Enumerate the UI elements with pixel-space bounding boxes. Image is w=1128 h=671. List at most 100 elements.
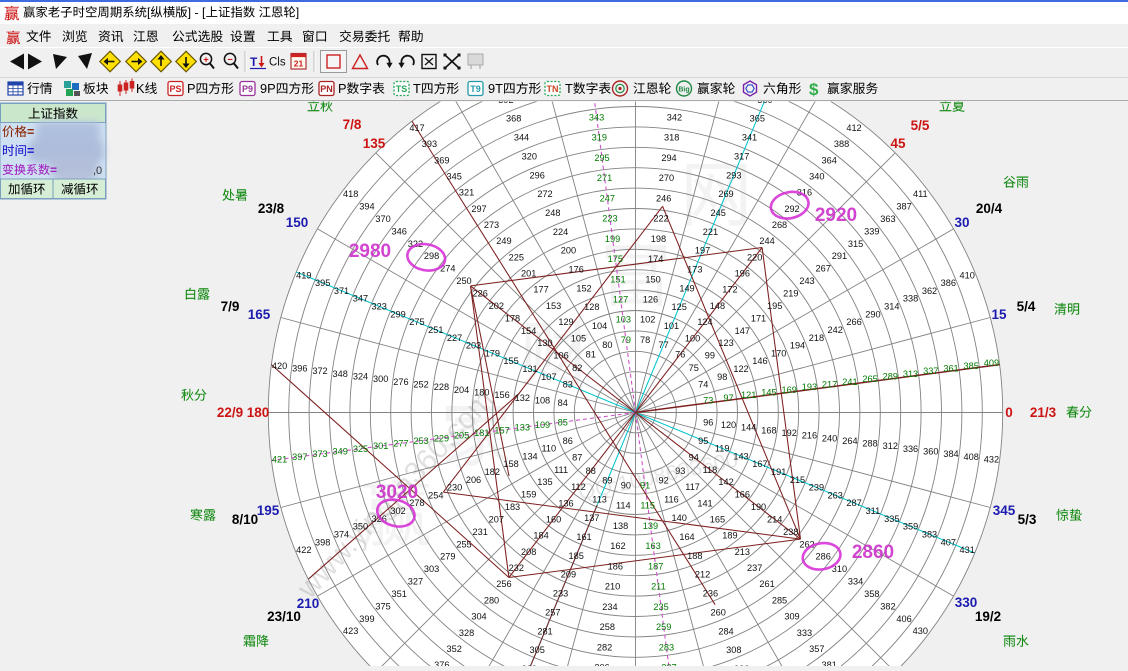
svg-text:281: 281 (537, 626, 552, 636)
svg-text:336: 336 (903, 444, 918, 454)
svg-text:330: 330 (955, 595, 978, 610)
svg-text:114: 114 (616, 501, 631, 511)
svg-text:280: 280 (484, 595, 499, 605)
svg-text:176: 176 (569, 265, 584, 275)
svg-text:295: 295 (594, 153, 609, 163)
svg-text:411: 411 (913, 189, 928, 199)
svg-text:107: 107 (541, 372, 556, 382)
svg-text:83: 83 (563, 380, 573, 390)
svg-text:5/4: 5/4 (1017, 299, 1036, 314)
svg-text:238: 238 (783, 527, 798, 537)
svg-text:320: 320 (522, 151, 537, 161)
svg-text:264: 264 (842, 436, 857, 446)
svg-text:$: $ (809, 80, 819, 99)
svg-text:91: 91 (640, 481, 650, 491)
svg-text:245: 245 (711, 208, 726, 218)
svg-text:183: 183 (505, 502, 520, 512)
svg-text:276: 276 (393, 377, 408, 387)
svg-text:3020: 3020 (376, 482, 418, 503)
svg-text:387: 387 (896, 202, 911, 212)
svg-text:21: 21 (294, 59, 304, 69)
svg-text:,0: ,0 (93, 165, 102, 177)
svg-text:104: 104 (592, 321, 607, 331)
svg-text:384: 384 (943, 449, 958, 459)
svg-text:267: 267 (816, 264, 831, 274)
svg-text:178: 178 (505, 313, 520, 323)
svg-text:394: 394 (359, 202, 374, 212)
svg-text:383: 383 (922, 530, 937, 540)
svg-text:221: 221 (703, 227, 718, 237)
svg-text:T: T (565, 81, 573, 96)
svg-text:74: 74 (698, 380, 708, 390)
svg-text:258: 258 (600, 622, 615, 632)
svg-text:217: 217 (822, 380, 837, 390)
svg-text:252: 252 (413, 380, 428, 390)
svg-text:420: 420 (272, 361, 287, 371)
svg-text:231: 231 (473, 527, 488, 537)
svg-text:200: 200 (561, 246, 576, 256)
svg-text:85: 85 (558, 417, 568, 427)
svg-text:121: 121 (741, 390, 756, 400)
svg-text:272: 272 (537, 189, 552, 199)
svg-text:191: 191 (771, 467, 786, 477)
svg-text:302: 302 (390, 506, 405, 516)
svg-text:266: 266 (846, 317, 861, 327)
svg-text:240: 240 (822, 433, 837, 443)
svg-text:202: 202 (489, 301, 504, 311)
svg-text:102: 102 (640, 315, 655, 325)
svg-text:145: 145 (761, 388, 776, 398)
svg-text:T9: T9 (470, 84, 481, 94)
svg-text:342: 342 (667, 112, 682, 122)
svg-text:374: 374 (334, 530, 349, 540)
svg-text:348: 348 (333, 369, 348, 379)
svg-text:95: 95 (698, 436, 708, 446)
svg-text:128: 128 (584, 302, 599, 312)
svg-text:147: 147 (735, 326, 750, 336)
svg-text:285: 285 (772, 595, 787, 605)
svg-text:288: 288 (862, 439, 877, 449)
svg-text:226: 226 (473, 289, 488, 299)
svg-text:314: 314 (884, 302, 899, 312)
svg-text:293: 293 (726, 170, 741, 180)
svg-text:257: 257 (545, 607, 560, 617)
svg-text:373: 373 (312, 449, 327, 459)
svg-text:19/2: 19/2 (975, 609, 1001, 624)
svg-text:360: 360 (923, 447, 938, 457)
svg-text:419: 419 (296, 270, 311, 280)
svg-text:239: 239 (809, 483, 824, 493)
svg-text:321: 321 (459, 188, 474, 198)
svg-text:423: 423 (343, 626, 358, 636)
svg-text:82: 82 (572, 363, 582, 373)
svg-text:188: 188 (687, 551, 702, 561)
svg-text:350: 350 (353, 522, 368, 532)
svg-text:148: 148 (710, 301, 725, 311)
svg-text:309: 309 (784, 612, 799, 622)
svg-text:199: 199 (605, 234, 620, 244)
svg-text:279: 279 (440, 552, 455, 562)
svg-text:224: 224 (553, 227, 568, 237)
svg-text:144: 144 (741, 423, 756, 433)
svg-text:333: 333 (797, 628, 812, 638)
svg-text:358: 358 (864, 589, 879, 599)
svg-text:368: 368 (506, 114, 521, 124)
svg-text:165: 165 (248, 307, 271, 322)
svg-text:243: 243 (799, 276, 814, 286)
svg-text:140: 140 (672, 513, 687, 523)
svg-text:210: 210 (297, 596, 320, 611)
svg-text:108: 108 (535, 396, 550, 406)
svg-text:109: 109 (535, 420, 550, 430)
svg-text:345: 345 (447, 171, 462, 181)
svg-text:] - [: ] - [ (188, 6, 206, 20)
svg-text:237: 237 (747, 563, 762, 573)
svg-text:287: 287 (846, 498, 861, 508)
svg-text:269: 269 (718, 189, 733, 199)
svg-text:157: 157 (494, 425, 509, 435)
svg-text:395: 395 (315, 278, 330, 288)
svg-text:22/9: 22/9 (217, 405, 243, 420)
svg-text:357: 357 (809, 644, 824, 654)
svg-text:255: 255 (456, 539, 471, 549)
svg-text:175: 175 (608, 254, 623, 264)
svg-text:=: = (50, 163, 57, 177)
svg-text:291: 291 (832, 251, 847, 261)
svg-text:179: 179 (485, 348, 500, 358)
